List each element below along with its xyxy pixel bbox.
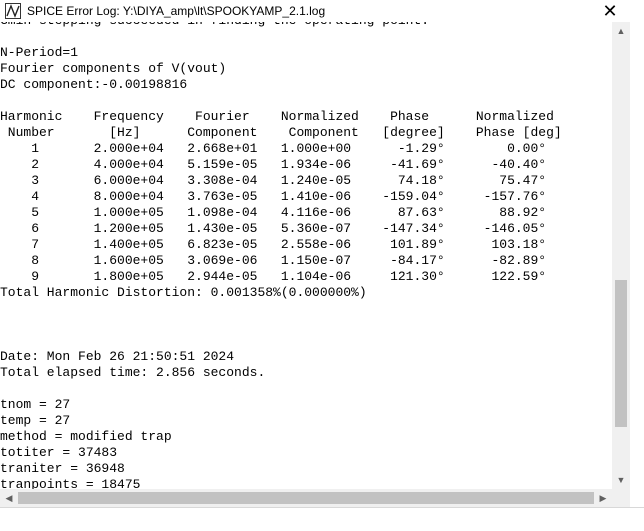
vertical-scrollbar[interactable]: ▲ ▼	[612, 22, 630, 489]
log-line: Total elapsed time: 2.856 seconds.	[0, 365, 266, 380]
log-line: tnom = 27	[0, 397, 71, 412]
scroll-up-arrow-icon[interactable]: ▲	[612, 22, 630, 40]
scrollbar-corner	[612, 489, 630, 507]
log-line: Fourier components of V(vout)	[0, 61, 227, 76]
log-line: Date: Mon Feb 26 21:50:51 2024	[0, 349, 235, 364]
log-line: DC component:-0.00198816	[0, 77, 188, 92]
log-view[interactable]: Gmin stepping succeeded in finding the o…	[0, 22, 612, 489]
horizontal-scrollbar[interactable]: ◀ ▶	[0, 489, 612, 507]
log-line: Total Harmonic Distortion: 0.001358%(0.0…	[0, 285, 367, 300]
horizontal-scroll-thumb[interactable]	[18, 492, 594, 504]
log-line: totiter = 37483	[0, 445, 118, 460]
log-line: temp = 27	[0, 413, 71, 428]
log-text: Gmin stepping succeeded in finding the o…	[0, 22, 562, 489]
close-button[interactable]: ✕	[596, 0, 624, 22]
log-line: 2 4.000e+04 5.159e-05 1.934e-06 -41.69° …	[0, 157, 547, 172]
scroll-down-arrow-icon[interactable]: ▼	[612, 471, 630, 489]
log-line: 5 1.000e+05 1.098e-04 4.116e-06 87.63° 8…	[0, 205, 547, 220]
log-line: 8 1.600e+05 3.069e-06 1.150e-07 -84.17° …	[0, 253, 547, 268]
log-line: 3 6.000e+04 3.308e-04 1.240e-05 74.18° 7…	[0, 173, 547, 188]
background-schematic-right	[630, 0, 644, 507]
scroll-right-arrow-icon[interactable]: ▶	[594, 489, 612, 507]
log-line: 7 1.400e+05 6.823e-05 2.558e-06 101.89° …	[0, 237, 547, 252]
log-line: Gmin stepping succeeded in finding the o…	[0, 22, 429, 28]
log-line: 4 8.000e+04 3.763e-05 1.410e-06 -159.04°…	[0, 189, 547, 204]
log-line: tranpoints = 18475	[0, 477, 141, 489]
title-bar[interactable]: SPICE Error Log: Y:\DIYA_amp\lt\SPOOKYAM…	[0, 0, 630, 22]
log-line: traniter = 36948	[0, 461, 125, 476]
window-title: SPICE Error Log: Y:\DIYA_amp\lt\SPOOKYAM…	[27, 4, 326, 18]
close-icon: ✕	[602, 0, 618, 21]
scroll-left-arrow-icon[interactable]: ◀	[0, 489, 18, 507]
ltspice-icon	[5, 3, 21, 19]
log-line: Number [Hz] Component Component [degree]…	[0, 125, 562, 140]
log-line: Harmonic Frequency Fourier Normalized Ph…	[0, 109, 554, 124]
error-log-window: SPICE Error Log: Y:\DIYA_amp\lt\SPOOKYAM…	[0, 0, 630, 507]
log-line: 6 1.200e+05 1.430e-05 5.360e-07 -147.34°…	[0, 221, 547, 236]
background-schematic-bottom	[0, 507, 644, 531]
log-line: 1 2.000e+04 2.668e+01 1.000e+00 -1.29° 0…	[0, 141, 547, 156]
log-line: N-Period=1	[0, 45, 79, 60]
log-line: method = modified trap	[0, 429, 172, 444]
vertical-scroll-thumb[interactable]	[615, 280, 627, 427]
log-line: 9 1.800e+05 2.944e-05 1.104e-06 121.30° …	[0, 269, 547, 284]
